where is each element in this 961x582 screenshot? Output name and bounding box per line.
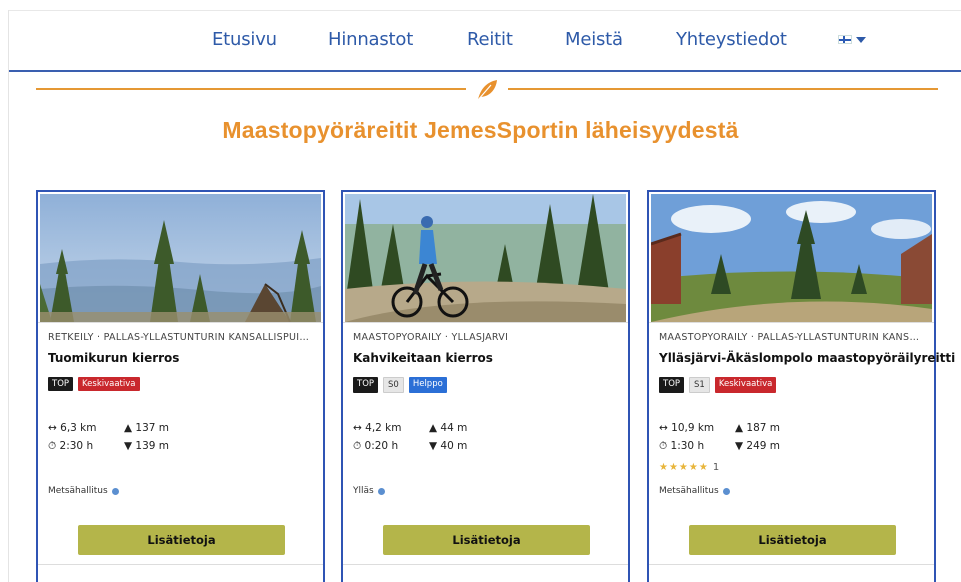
route-name[interactable]: Tuomikurun kierros	[48, 351, 318, 365]
route-provider: Metsähallitus	[659, 486, 730, 496]
more-info-button[interactable]: Lisätietoja	[78, 525, 285, 555]
card-divider	[343, 564, 628, 565]
badge-grade: S1	[689, 377, 710, 393]
route-category: MAASTOPYÖRÄILY · YLLÄSJÄRVI	[353, 332, 509, 343]
route-badges: TOP S1 Keskivaativa	[659, 377, 777, 393]
route-duration: ⏱ 0:20 h	[353, 440, 399, 452]
rating-count: 1	[712, 462, 720, 473]
frame-border	[8, 10, 9, 582]
provider-name: Metsähallitus	[48, 486, 108, 496]
route-category: RETKEILY · PALLAS-YLLÄSTUNTURIN KANSALLI…	[48, 332, 313, 343]
nav-link-etusivu[interactable]: Etusivu	[212, 29, 277, 50]
finland-flag-icon	[838, 35, 852, 44]
route-card: RETKEILY · PALLAS-YLLÄSTUNTURIN KANSALLI…	[36, 190, 325, 582]
route-ascent: ▲ 187 m	[735, 422, 781, 434]
route-ascent: ▲ 137 m	[124, 422, 170, 434]
provider-name: Metsähallitus	[659, 486, 719, 496]
provider-name: Ylläs	[353, 486, 374, 496]
route-duration: ⏱ 1:30 h	[659, 440, 705, 452]
nav-link-yhteystiedot[interactable]: Yhteystiedot	[676, 29, 787, 50]
route-image	[40, 194, 321, 322]
nav-link-meista[interactable]: Meistä	[565, 29, 623, 50]
card-divider	[38, 564, 323, 565]
route-badges: TOP Keskivaativa	[48, 377, 140, 391]
route-distance: ↔ 6,3 km	[48, 422, 97, 434]
caret-down-icon	[856, 36, 866, 43]
more-info-button[interactable]: Lisätietoja	[689, 525, 896, 555]
verified-icon	[377, 487, 385, 495]
route-name[interactable]: Kahvikeitaan kierros	[353, 351, 623, 365]
route-card: MAASTOPYÖRÄILY · PALLAS-YLLÄSTUNTURIN KA…	[647, 190, 955, 582]
route-provider: Metsähallitus	[48, 486, 119, 496]
route-image	[345, 194, 626, 322]
page: Etusivu Hinnastot Reitit Meistä Yhteysti…	[0, 0, 961, 582]
verified-icon	[722, 487, 730, 495]
more-info-button[interactable]: Lisätietoja	[383, 525, 590, 555]
route-provider: Ylläs	[353, 486, 385, 496]
page-title: Maastopyöräreitit JemesSportin läheisyyd…	[222, 117, 739, 143]
nav-link-hinnastot[interactable]: Hinnastot	[328, 29, 413, 50]
star-rating-icon: ★★★★★	[659, 462, 709, 473]
nav-underline	[9, 70, 961, 72]
badge-grade: S0	[383, 377, 404, 393]
badge-difficulty: Keskivaativa	[78, 377, 140, 391]
route-descent: ▼ 249 m	[735, 440, 781, 452]
card-divider	[343, 322, 628, 323]
route-duration: ⏱ 2:30 h	[48, 440, 94, 452]
leaf-icon	[477, 80, 497, 101]
route-badges: TOP S0 Helppo	[353, 377, 447, 393]
route-distance: ↔ 10,9 km	[659, 422, 715, 434]
card-divider	[649, 322, 934, 323]
language-selector[interactable]	[838, 35, 866, 44]
route-rating: ★★★★★ 1	[659, 462, 719, 473]
route-distance: ↔ 4,2 km	[353, 422, 402, 434]
divider-line-right	[508, 88, 938, 90]
badge-top: TOP	[659, 377, 685, 393]
badge-difficulty: Helppo	[408, 377, 447, 393]
badge-difficulty: Keskivaativa	[714, 377, 777, 393]
divider-line-left	[36, 88, 466, 90]
route-image	[651, 194, 932, 322]
main-nav: Etusivu Hinnastot Reitit Meistä Yhteysti…	[9, 11, 961, 71]
route-category: MAASTOPYÖRÄILY · PALLAS-YLLÄSTUNTURIN KA…	[659, 332, 924, 343]
card-divider	[649, 564, 934, 565]
route-name[interactable]: Ylläsjärvi-Äkäslompolo maastopyöräilyrei…	[659, 351, 955, 365]
badge-top: TOP	[353, 377, 379, 393]
route-card: MAASTOPYÖRÄILY · YLLÄSJÄRVI Kahvikeitaan…	[341, 190, 630, 582]
route-descent: ▼ 139 m	[124, 440, 170, 452]
card-divider	[38, 322, 323, 323]
route-descent: ▼ 40 m	[429, 440, 468, 452]
nav-link-reitit[interactable]: Reitit	[467, 29, 513, 50]
verified-icon	[111, 487, 119, 495]
badge-top: TOP	[48, 377, 74, 391]
route-ascent: ▲ 44 m	[429, 422, 468, 434]
